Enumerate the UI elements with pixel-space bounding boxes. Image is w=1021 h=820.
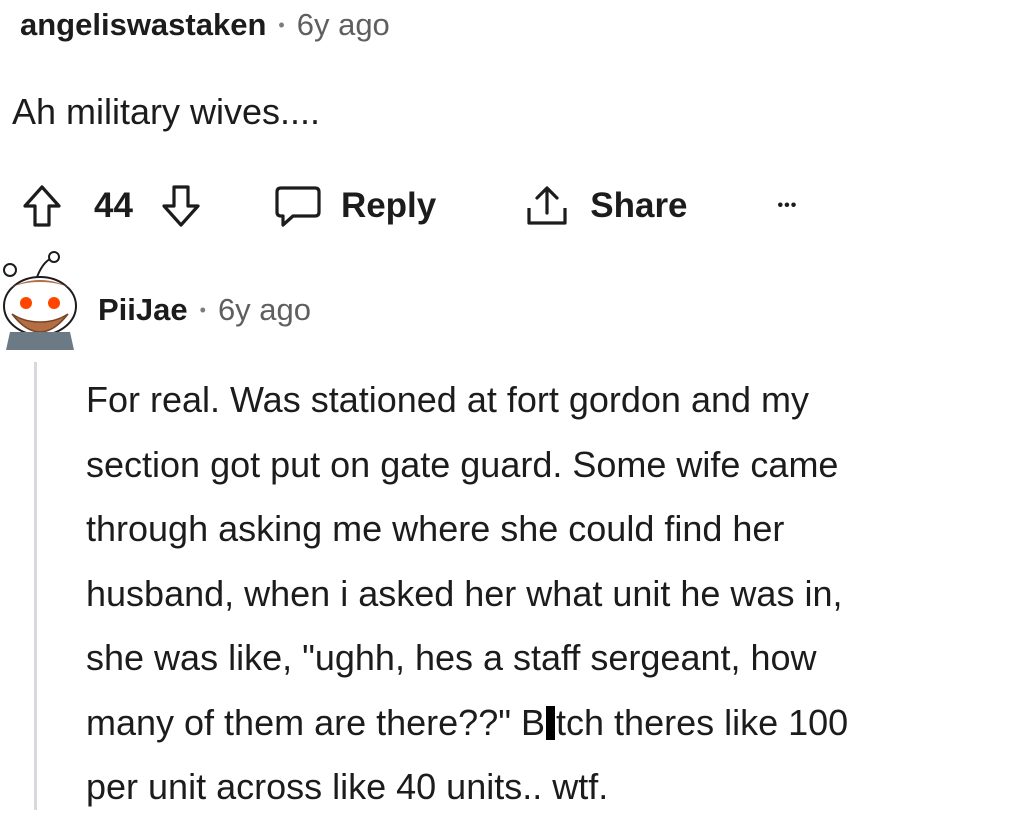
- reply-timestamp[interactable]: 6y ago: [218, 292, 311, 328]
- speech-bubble-icon: [275, 186, 321, 227]
- thread-line[interactable]: [34, 362, 37, 810]
- reply-button[interactable]: Reply: [273, 183, 436, 229]
- comment-line: section got put on gate guard. Some wife…: [86, 443, 839, 485]
- comment-line: For real. Was stationed at fort gordon a…: [86, 379, 810, 420]
- reddit-snoo-avatar-bearded-icon: [3, 251, 77, 350]
- vote-score: 44: [94, 186, 133, 225]
- comment-timestamp[interactable]: 6y ago: [297, 7, 390, 43]
- line-text-before-censor: many of them are there??" B: [86, 701, 546, 743]
- share-button[interactable]: Share: [524, 183, 688, 229]
- comment-action-bar: 44 Reply Share •••: [20, 178, 797, 234]
- upvote-arrow-icon: [23, 185, 61, 227]
- comment-header: angeliswastaken • 6y ago: [20, 2, 390, 48]
- line-text-after-censor: tch theres like 100: [556, 701, 849, 743]
- downvote-arrow-icon: [162, 185, 200, 227]
- comment-line: through asking me where she could find h…: [86, 508, 785, 549]
- more-options-button[interactable]: •••: [778, 197, 798, 215]
- comment-line: husband, when i asked her what unit he w…: [86, 572, 843, 614]
- share-upload-icon: [527, 186, 567, 225]
- avatar[interactable]: [0, 250, 84, 350]
- comment-body: Ah military wives....: [12, 91, 321, 132]
- comment-line: many of them are there??" Btch theres li…: [86, 691, 1016, 756]
- reply-label: Reply: [340, 186, 437, 225]
- comment-line: she was like, "ughh, hes a staff sergean…: [86, 637, 817, 678]
- reply-comment-header: PiiJae • 6y ago: [98, 288, 311, 332]
- meta-separator: •: [199, 299, 206, 320]
- censor-bar: [546, 705, 556, 740]
- share-label: Share: [590, 186, 688, 225]
- meta-separator: •: [278, 14, 285, 35]
- downvote-button[interactable]: [159, 182, 203, 230]
- comment-username[interactable]: angeliswastaken: [20, 7, 266, 43]
- upvote-button[interactable]: [20, 182, 64, 230]
- reply-username[interactable]: PiiJae: [98, 292, 188, 328]
- reply-comment-body: For real. Was stationed at fort gordon a…: [86, 368, 1016, 820]
